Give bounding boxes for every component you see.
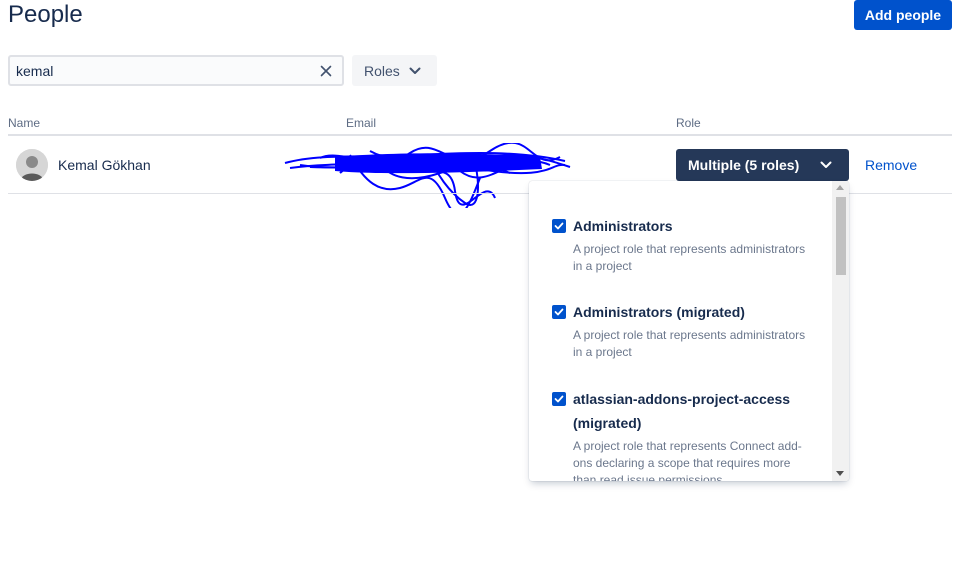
- checkbox[interactable]: [552, 305, 566, 319]
- avatar: [16, 149, 48, 181]
- column-header-name[interactable]: Name: [8, 116, 40, 130]
- add-people-button[interactable]: Add people: [854, 0, 952, 30]
- chevron-down-icon: [409, 67, 421, 74]
- role-select-label: Multiple (5 roles): [688, 157, 800, 173]
- page-title: People: [8, 1, 83, 28]
- roles-filter-label: Roles: [364, 62, 400, 79]
- close-icon[interactable]: [318, 63, 334, 79]
- role-option-description: A project role that represents administr…: [573, 328, 806, 359]
- scroll-down-arrow-icon[interactable]: [836, 471, 844, 476]
- checkbox[interactable]: [552, 392, 566, 406]
- dropdown-scrollbar[interactable]: [832, 181, 849, 481]
- role-select-button[interactable]: Multiple (5 roles): [676, 149, 849, 181]
- user-name: Kemal Gökhan: [58, 157, 151, 173]
- search-box[interactable]: [8, 55, 344, 86]
- scroll-thumb[interactable]: [836, 197, 846, 275]
- role-option-description: A project role that represents administr…: [573, 242, 806, 273]
- role-option-label: atlassian-addons-project-access (migrate…: [573, 391, 791, 431]
- search-input[interactable]: [16, 62, 306, 80]
- roles-dropdown[interactable]: Administrators A project role that repre…: [529, 181, 849, 481]
- remove-link[interactable]: Remove: [865, 157, 917, 173]
- checkbox[interactable]: [552, 219, 566, 233]
- column-header-role[interactable]: Role: [676, 116, 701, 130]
- role-option-label: Administrators: [573, 218, 673, 234]
- header-divider: [8, 134, 952, 136]
- check-icon: [554, 308, 564, 316]
- role-option-label: Administrators (migrated): [573, 304, 745, 320]
- check-icon: [554, 222, 564, 230]
- check-icon: [554, 395, 564, 403]
- column-header-email[interactable]: Email: [346, 116, 376, 130]
- role-option-description: A project role that represents Connect a…: [573, 439, 802, 481]
- person-avatar-icon: [16, 149, 48, 181]
- scroll-up-arrow-icon[interactable]: [836, 185, 844, 190]
- chevron-down-icon: [820, 161, 832, 168]
- roles-filter-button[interactable]: Roles: [352, 55, 437, 86]
